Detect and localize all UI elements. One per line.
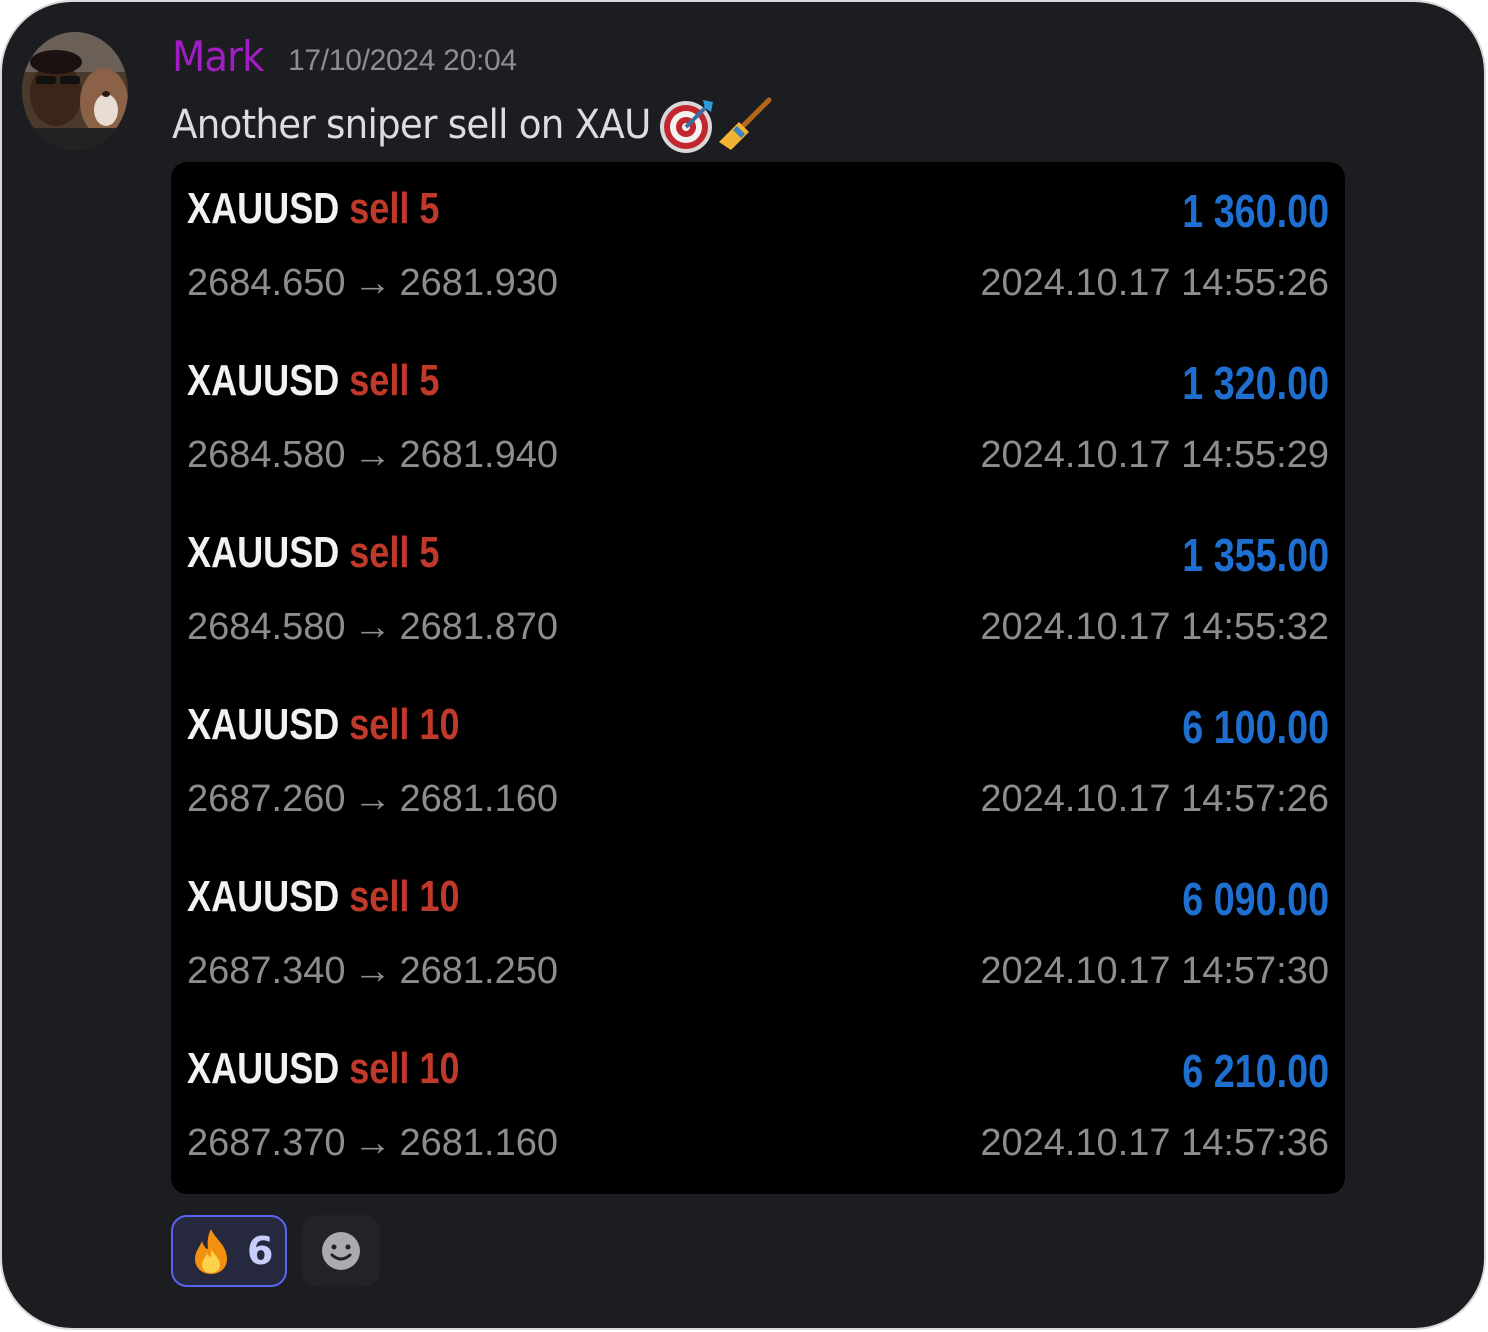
trade-title: XAUUSD sell 5 (187, 184, 439, 234)
arrow-right-icon: → (353, 434, 392, 476)
trade-time: 2024.10.17 14:55:26 (980, 262, 1329, 304)
trade-time: 2024.10.17 14:55:29 (980, 434, 1329, 476)
direct-hit-emoji (659, 100, 713, 153)
trade-side: sell 5 (349, 356, 440, 405)
open-price: 2687.340 (187, 950, 346, 992)
trade-side: sell 10 (349, 700, 460, 749)
trade-symbol: XAUUSD (187, 872, 340, 921)
open-price: 2687.370 (187, 1122, 346, 1164)
trade-prices: 2687.260 → 2681.160 (187, 778, 558, 821)
smiley-icon (322, 1232, 360, 1270)
reaction-count: 6 (247, 1229, 274, 1273)
trade-title: XAUUSD sell 10 (187, 872, 460, 922)
arrow-right-icon: → (353, 1122, 392, 1164)
chat-window: Mark 17/10/2024 20:04 Another sniper sel… (2, 2, 1484, 1328)
trade-profit: 6 100.00 (1182, 701, 1329, 753)
user-avatar[interactable] (22, 32, 128, 150)
trade-screenshot[interactable]: XAUUSD sell 5 1 360.00 2684.650 → 2681.930 … (171, 162, 1345, 1194)
close-price: 2681.160 (399, 1122, 559, 1164)
trade-profit: 6 090.00 (1182, 873, 1329, 925)
arrow-right-icon: → (353, 778, 392, 820)
trade-row: XAUUSD sell 5 1 320.00 2684.580 → 2681.940 … (171, 334, 1345, 506)
trade-prices: 2684.580 → 2681.940 (187, 434, 558, 477)
close-price: 2681.930 (399, 262, 559, 304)
trade-time: 2024.10.17 14:57:30 (980, 950, 1329, 992)
trade-side: sell 10 (349, 872, 460, 921)
fire-emoji (195, 1229, 227, 1274)
arrow-right-icon: → (353, 262, 392, 304)
trade-profit: 1 320.00 (1182, 357, 1329, 409)
trade-side: sell 5 (349, 528, 440, 577)
message-content: Another sniper sell on XAU (172, 96, 773, 154)
trade-row: XAUUSD sell 10 6 090.00 2687.340 → 2681.250… (171, 850, 1345, 1022)
trade-title: XAUUSD sell 10 (187, 700, 460, 750)
open-price: 2684.650 (187, 262, 346, 304)
trade-title: XAUUSD sell 5 (187, 356, 439, 406)
trade-prices: 2687.370 → 2681.160 (187, 1122, 558, 1165)
trade-symbol: XAUUSD (187, 184, 340, 233)
add-reaction-button[interactable] (302, 1215, 380, 1287)
trade-time: 2024.10.17 14:55:32 (980, 606, 1329, 648)
trade-profit: 1 360.00 (1182, 185, 1329, 237)
avatar-photo (22, 32, 128, 150)
trade-row: XAUUSD sell 10 6 100.00 2687.260 → 2681.160… (171, 678, 1345, 850)
trade-row: XAUUSD sell 5 1 360.00 2684.650 → 2681.930 … (171, 162, 1345, 334)
trade-prices: 2687.340 → 2681.250 (187, 950, 558, 993)
open-price: 2687.260 (187, 778, 346, 820)
trade-prices: 2684.580 → 2681.870 (187, 606, 558, 649)
message-timestamp: 17/10/2024 20:04 (288, 44, 517, 77)
close-price: 2681.250 (399, 950, 559, 992)
reaction-fire[interactable]: 6 (171, 1215, 287, 1287)
trade-symbol: XAUUSD (187, 356, 340, 405)
trade-profit: 1 355.00 (1182, 529, 1329, 581)
trade-symbol: XAUUSD (187, 700, 340, 749)
close-price: 2681.940 (399, 434, 559, 476)
trade-row: XAUUSD sell 10 6 210.00 2687.370 → 2681.160… (171, 1022, 1345, 1194)
username[interactable]: Mark (172, 32, 265, 81)
close-price: 2681.870 (399, 606, 559, 648)
trade-title: XAUUSD sell 5 (187, 528, 439, 578)
open-price: 2684.580 (187, 606, 346, 648)
open-price: 2684.580 (187, 434, 346, 476)
trade-time: 2024.10.17 14:57:26 (980, 778, 1329, 820)
trade-profit: 6 210.00 (1182, 1045, 1329, 1097)
broom-emoji (718, 97, 772, 150)
close-price: 2681.160 (399, 778, 559, 820)
trade-symbol: XAUUSD (187, 528, 340, 577)
trade-title: XAUUSD sell 10 (187, 1044, 460, 1094)
arrow-right-icon: → (353, 606, 392, 648)
trade-time: 2024.10.17 14:57:36 (980, 1122, 1329, 1164)
arrow-right-icon: → (353, 950, 392, 992)
trade-symbol: XAUUSD (187, 1044, 340, 1093)
trade-prices: 2684.650 → 2681.930 (187, 262, 558, 305)
trade-side: sell 10 (349, 1044, 460, 1093)
trade-side: sell 5 (349, 184, 440, 233)
trade-row: XAUUSD sell 5 1 355.00 2684.580 → 2681.870 … (171, 506, 1345, 678)
message-text: Another sniper sell on XAU (172, 102, 651, 148)
